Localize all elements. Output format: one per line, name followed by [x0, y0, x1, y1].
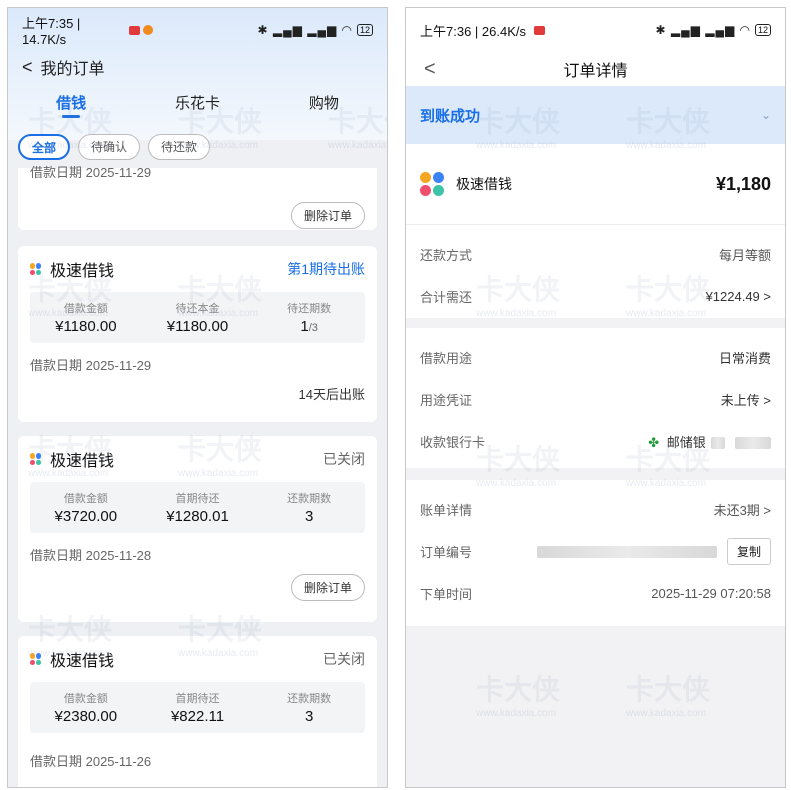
stat-value: ¥822.11 — [170, 708, 225, 725]
stat-label: 待还期数 — [287, 303, 332, 315]
loan-date: 借款日期 2025-11-26 — [30, 754, 152, 769]
stat-suffix: /3 — [308, 322, 318, 334]
four-dot-logo-icon — [420, 172, 444, 196]
page-title: 我的订单 — [40, 61, 105, 78]
order-stats: 借款金额 ¥1180.00 待还本金 ¥1180.00 待还期数 1/3 — [30, 292, 365, 343]
masked-order-number — [536, 546, 717, 559]
order-number-row: 订单编号 复制 — [420, 530, 771, 572]
nav-bar: < 订单详情 — [406, 52, 785, 86]
back-icon[interactable]: < — [424, 58, 436, 81]
loan-purpose-row: 借款用途 日常消费 — [420, 350, 771, 366]
stat-value: ¥1180.00 — [166, 318, 229, 335]
postal-bank-icon: ✤ — [648, 434, 660, 450]
order-stats: 借款金额 ¥2380.00 首期待还 ¥822.11 还款期数 3 — [30, 682, 365, 733]
tab-shopping[interactable]: 购物 — [261, 92, 387, 122]
stat-label: 借款金额 — [63, 303, 108, 315]
product-name: 极速借钱 — [50, 653, 115, 670]
order-status: 第1期待出账 — [287, 261, 365, 277]
order-card-partial: 借款日期 2025-11-29 删除订单 — [18, 165, 377, 230]
order-card[interactable]: 极速借钱 已关闭 借款金额 ¥3720.00 首期待还 ¥1280.01 还款期数 3… — [18, 436, 377, 622]
product-panel: 极速借钱 ¥1,180 还款方式 每月等额 合计需还 ¥1224.49 > — [406, 144, 785, 318]
usage-panel: 借款用途 日常消费 用途凭证 未上传 > 收款银行卡 ✤ 邮储银 — [406, 328, 785, 468]
total-due-row[interactable]: 合计需还 ¥1224.49 > — [420, 275, 771, 317]
loan-date: 借款日期 2025-11-28 — [30, 548, 152, 563]
repay-method-row: 还款方式 每月等额 — [420, 247, 771, 263]
stat-label: 待还本金 — [175, 303, 220, 315]
order-list: 借款日期 2025-11-29 删除订单 极速借钱 第1期待出账 借款金额 ¥11… — [8, 165, 387, 787]
status-bar: 上午7:35 | 14.7K/s ✱ ▂▄▆ ▂▄▆ ◠ 12 — [8, 8, 387, 52]
stat-label: 还款期数 — [287, 693, 332, 705]
stat-label: 借款金额 — [63, 493, 108, 505]
stat-label: 首期待还 — [175, 693, 220, 705]
four-dot-logo-icon — [30, 263, 42, 275]
billing-note: 14天后出账 — [298, 387, 365, 402]
stat-value: 3 — [305, 508, 314, 525]
delete-order-button[interactable]: 删除订单 — [290, 202, 365, 229]
order-status: 已关闭 — [323, 651, 365, 667]
signal-icon: ✱ ▂▄▆ ▂▄▆ ◠ — [655, 23, 751, 37]
disbursed-status: 到账成功 — [420, 107, 481, 125]
order-time-row: 下单时间 2025-11-29 07:20:58 — [420, 585, 771, 602]
status-bar: 上午7:36 | 26.4K/s ✱ ▂▄▆ ▂▄▆ ◠ 12 — [406, 8, 785, 52]
product-name: 极速借钱 — [50, 453, 115, 470]
order-info-panel: 账单详情 未还3期 > 订单编号 复制 下单时间 2025-11-29 07:20:… — [406, 480, 785, 626]
page-title: 订单详情 — [563, 63, 628, 80]
loan-date: 借款日期 2025-11-29 — [30, 358, 152, 373]
tab-lehua-card[interactable]: 乐花卡 — [134, 92, 260, 122]
purpose-proof-row[interactable]: 用途凭证 未上传 > — [420, 378, 771, 420]
watermark: 卡大侠www.kadaxia.com — [476, 674, 561, 719]
loan-amount: ¥1,180 — [715, 173, 771, 194]
filter-chips: 全部 待确认 待还款 — [18, 134, 387, 160]
watermark: 卡大侠www.kadaxia.com — [626, 674, 711, 719]
app-notification-icon — [143, 25, 154, 35]
nav-bar: < 我的订单 — [22, 52, 373, 82]
bank-name: 邮储银 — [666, 434, 706, 450]
product-name: 极速借钱 — [456, 176, 512, 192]
order-card[interactable]: 极速借钱 已关闭 借款金额 ¥2380.00 首期待还 ¥822.11 还款期数 3 … — [18, 636, 377, 787]
masked-card-number — [711, 437, 726, 450]
notification-icon — [533, 25, 545, 35]
tab-bar: 借钱 乐花卡 购物 — [8, 92, 387, 122]
stat-label: 还款期数 — [287, 493, 332, 505]
stat-value: 3 — [305, 708, 314, 725]
loan-date: 借款日期 2025-11-29 — [30, 165, 152, 180]
order-card[interactable]: 极速借钱 第1期待出账 借款金额 ¥1180.00 待还本金 ¥1180.00 待还… — [18, 246, 377, 422]
orders-screen: 上午7:35 | 14.7K/s ✱ ▂▄▆ ▂▄▆ ◠ 12 < 我的订单 借… — [7, 7, 388, 788]
filter-all[interactable]: 全部 — [18, 134, 71, 160]
order-stats: 借款金额 ¥3720.00 首期待还 ¥1280.01 还款期数 3 — [30, 482, 365, 533]
bank-card-row[interactable]: 收款银行卡 ✤ 邮储银 — [420, 420, 771, 462]
stat-value: 1 — [300, 318, 309, 335]
stat-value: ¥1180.00 — [55, 318, 117, 335]
delete-order-button[interactable]: 删除订单 — [290, 574, 365, 601]
battery-icon: 12 — [356, 24, 373, 36]
copy-button[interactable]: 复制 — [726, 537, 771, 565]
filter-pending-confirm[interactable]: 待确认 — [78, 134, 141, 160]
filter-pending-repay[interactable]: 待还款 — [148, 134, 211, 160]
stat-value: ¥2380.00 — [54, 708, 118, 725]
bill-detail-row[interactable]: 账单详情 未还3期 > — [420, 488, 771, 530]
order-status: 已关闭 — [323, 451, 365, 467]
battery-icon: 12 — [754, 24, 771, 36]
order-detail-screen: 上午7:36 | 26.4K/s ✱ ▂▄▆ ▂▄▆ ◠ 12 < 订单详情 到… — [405, 7, 786, 788]
status-banner[interactable]: 到账成功 ⌄ — [406, 86, 785, 144]
stat-value: ¥1280.01 — [166, 508, 229, 525]
four-dot-logo-icon — [30, 453, 42, 465]
product-name: 极速借钱 — [50, 263, 115, 280]
notification-icon — [129, 25, 141, 35]
stat-label: 首期待还 — [175, 493, 220, 505]
stat-label: 借款金额 — [63, 693, 108, 705]
chevron-down-icon: ⌄ — [760, 108, 771, 122]
four-dot-logo-icon — [30, 653, 42, 665]
back-icon[interactable]: < — [22, 57, 33, 78]
signal-icon: ✱ ▂▄▆ ▂▄▆ ◠ — [257, 23, 353, 37]
status-time: 上午7:36 | 26.4K/s — [420, 23, 526, 39]
tab-borrow[interactable]: 借钱 — [8, 92, 134, 122]
stat-value: ¥3720.00 — [54, 508, 118, 525]
masked-card-number — [735, 437, 771, 450]
status-time: 上午7:35 | 14.7K/s — [22, 16, 81, 47]
